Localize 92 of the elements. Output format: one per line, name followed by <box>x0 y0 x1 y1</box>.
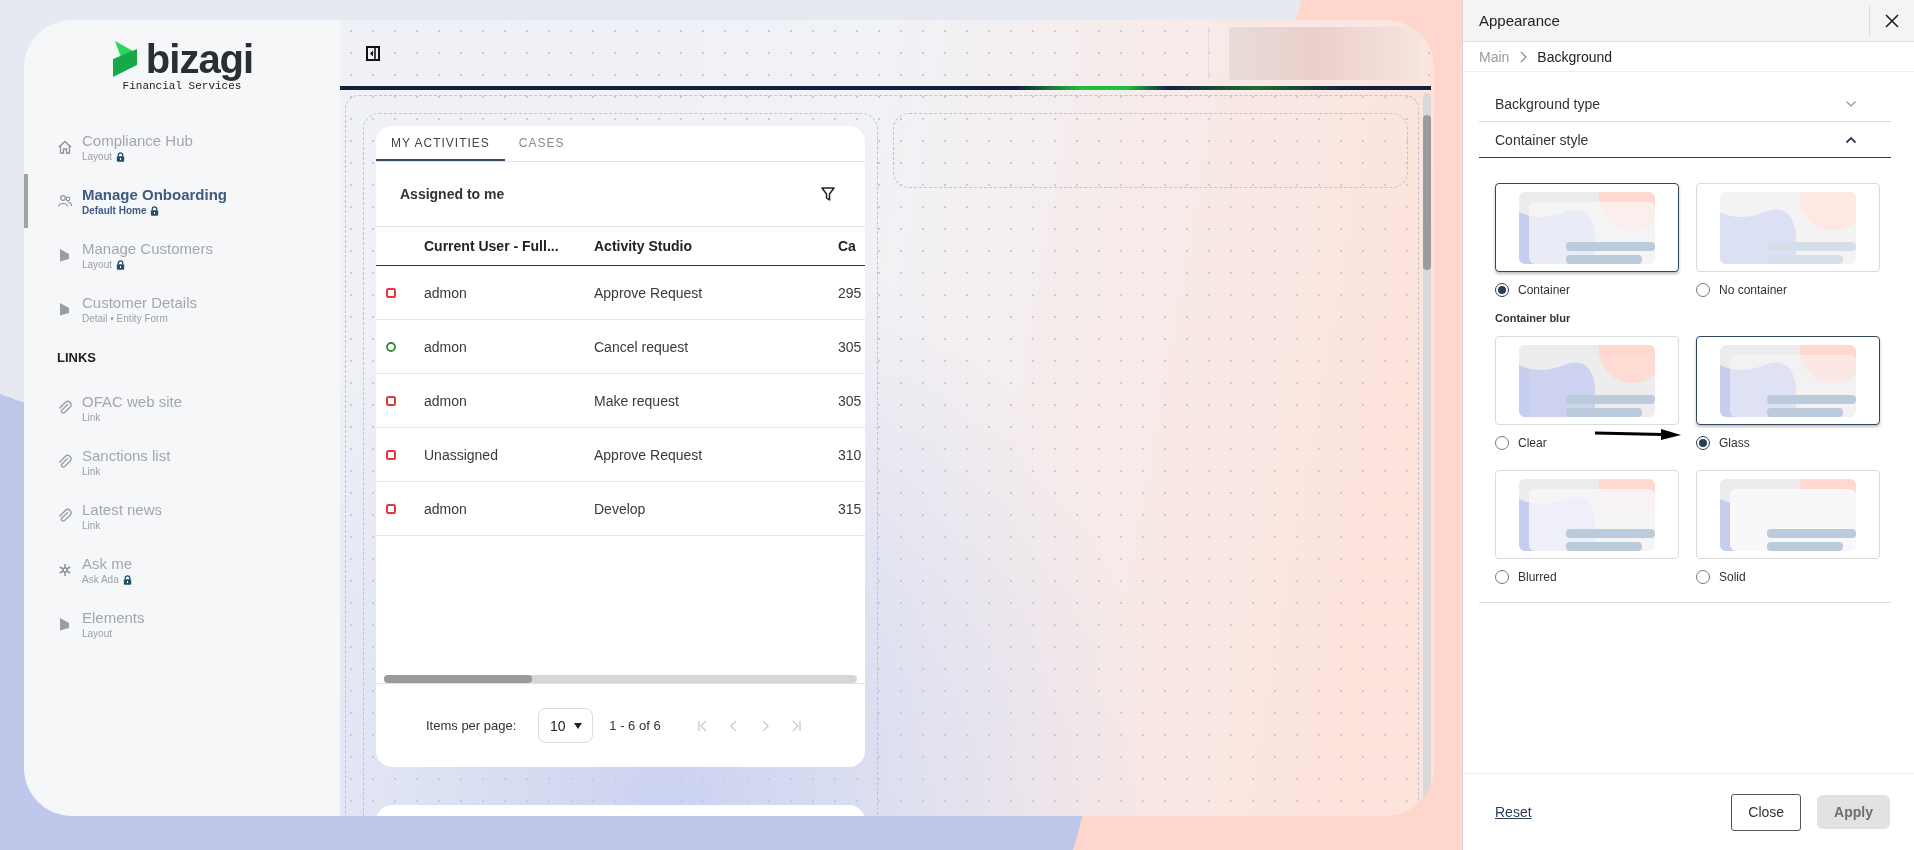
radio-label: Container <box>1518 283 1571 297</box>
paperclip-icon <box>57 400 73 416</box>
paperclip-icon <box>57 508 73 524</box>
nav-item-subtitle: Link <box>82 519 101 532</box>
style-option-card[interactable] <box>1495 183 1679 272</box>
breadcrumb-current: Background <box>1537 48 1613 65</box>
page-range-text: 1 - 6 of 6 <box>609 718 661 733</box>
nav-item-subtitle: Default Home <box>82 204 147 217</box>
caret-down-icon <box>573 722 582 729</box>
filter-icon[interactable] <box>821 186 835 202</box>
chevron-right-icon <box>1519 50 1528 63</box>
section-heading: LINKS <box>56 349 97 367</box>
chevron-up-icon <box>1845 135 1857 144</box>
chevron-down-icon <box>1845 99 1857 108</box>
tab[interactable]: CASES <box>504 126 579 161</box>
nav-item[interactable]: Manage Onboarding Default Home <box>24 174 340 228</box>
list-title: Assigned to me <box>400 186 505 202</box>
nav-item-subtitle: Detail • Entity Form <box>82 312 168 325</box>
panel-toggle-icon[interactable] <box>366 45 380 61</box>
nav-item[interactable]: Customer Details Detail • Entity Form <box>24 282 340 336</box>
nav-item[interactable]: Sanctions list Link <box>24 435 340 489</box>
nav-item-title: Ask me <box>82 554 132 573</box>
table-cell-text: admon <box>424 500 468 517</box>
page-size-value: 10 <box>550 717 566 734</box>
nav-item[interactable]: Compliance Hub Layout <box>24 120 340 174</box>
table-cell-text: admon <box>424 284 468 301</box>
nav-item-title: Customer Details <box>82 293 198 312</box>
asterisk-icon <box>57 562 73 578</box>
column-header: Current User - Full... <box>424 238 560 254</box>
nav-item-title: Compliance Hub <box>82 131 193 150</box>
table-cell-text: Make request <box>594 392 680 409</box>
items-per-page-label: Items per page: <box>426 718 517 733</box>
page-size-dropdown[interactable]: 10 <box>538 708 594 743</box>
nav-item-subtitle: Layout <box>82 627 113 640</box>
table-cell-text: admon <box>424 392 468 409</box>
nav-item-subtitle: Link <box>82 411 101 424</box>
panel-title: Appearance <box>1479 12 1561 29</box>
nav-item-subtitle: Link <box>82 465 101 478</box>
radio-button[interactable] <box>1495 283 1509 297</box>
radio-button[interactable] <box>1696 283 1710 297</box>
style-option-card[interactable] <box>1696 336 1880 425</box>
logo-wordmark: bizagi <box>145 38 254 80</box>
people-icon <box>57 193 73 209</box>
table-cell-text: Unassigned <box>424 446 499 463</box>
table-cell-text: 295 <box>838 284 863 301</box>
radio-label: Solid <box>1719 570 1746 584</box>
scrollbar-thumb[interactable] <box>1423 115 1431 270</box>
close-icon[interactable] <box>1885 13 1899 28</box>
column-header: Ca <box>838 238 857 254</box>
reset-link[interactable]: Reset <box>1495 804 1532 820</box>
scrollbar-thumb[interactable] <box>384 675 532 683</box>
nav-item[interactable]: Latest news Link <box>24 489 340 543</box>
table-cell-text: 305 <box>838 338 863 355</box>
nav-item-title: OFAC web site <box>82 392 183 411</box>
logo-subtitle: Financial Services <box>122 80 242 93</box>
table-cell-text: 315 <box>838 500 863 517</box>
radio-button[interactable] <box>1495 570 1509 584</box>
accordion-header[interactable]: Background type <box>1479 86 1891 122</box>
accordion-header[interactable]: Container style <box>1479 122 1891 158</box>
nav-item[interactable]: Manage Customers Layout <box>24 228 340 282</box>
radio-button[interactable] <box>1495 436 1509 450</box>
nav-item-title: Sanctions list <box>82 446 171 465</box>
tab[interactable]: MY ACTIVITIES <box>376 126 505 161</box>
table-cell-text: Approve Request <box>594 284 704 301</box>
nav-item-subtitle: Ask Ada <box>82 573 119 586</box>
radio-label: Blurred <box>1518 570 1557 584</box>
nav-item[interactable]: Ask me Ask Ada <box>24 543 340 597</box>
radio-label: Glass <box>1719 436 1750 450</box>
nav-item-title: Elements <box>82 608 145 627</box>
radio-button[interactable] <box>1696 570 1710 584</box>
nav-item-subtitle: Layout <box>82 150 113 163</box>
nav-item-subtitle: Layout <box>82 258 113 271</box>
table-cell-text: Cancel request <box>594 338 690 355</box>
radio-label: Clear <box>1518 436 1547 450</box>
breadcrumb-link[interactable]: Main <box>1479 48 1510 65</box>
column-header: Activity Studio <box>594 238 693 254</box>
table-cell-text: admon <box>424 338 468 355</box>
group-label: Container blur <box>1495 311 1572 325</box>
table-cell-text: Approve Request <box>594 446 704 463</box>
nav-item-title: Manage Customers <box>82 239 213 258</box>
table-cell-text: 310 <box>838 446 863 463</box>
table-cell-text: Develop <box>594 500 647 517</box>
nav-item-title: Manage Onboarding <box>82 185 227 204</box>
footer-button[interactable]: Close <box>1731 793 1802 831</box>
paperclip-icon <box>57 454 73 470</box>
table-cell-text: 305 <box>838 392 863 409</box>
house-icon <box>57 139 73 155</box>
nav-item[interactable]: OFAC web site Link <box>24 381 340 435</box>
radio-label: No container <box>1719 283 1788 297</box>
radio-button[interactable] <box>1696 436 1710 450</box>
nav-item[interactable]: Elements Layout <box>24 597 340 651</box>
nav-item-title: Latest news <box>82 500 163 519</box>
